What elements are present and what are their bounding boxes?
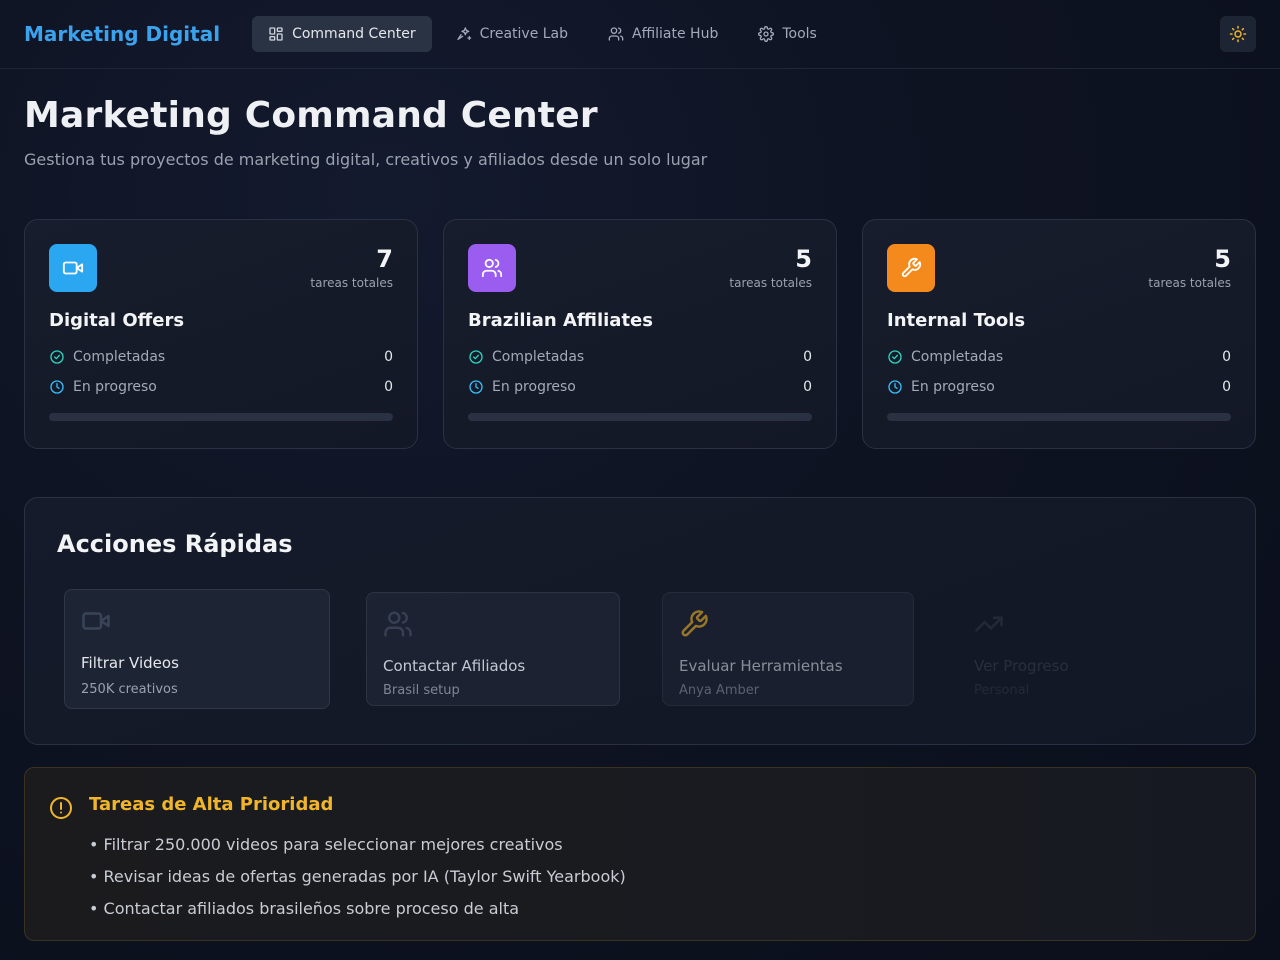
users-icon: [608, 27, 624, 41]
completed-value: 0: [384, 349, 393, 365]
clock-icon: [50, 380, 64, 394]
check-circle-icon: [888, 350, 902, 364]
progress-bar: [468, 413, 812, 421]
action-view-progress[interactable]: Ver Progreso Personal: [957, 592, 1209, 706]
action-subtitle: Brasil setup: [383, 683, 460, 698]
trending-up-icon: [975, 616, 1003, 632]
action-title: Contactar Afiliados: [383, 657, 526, 675]
action-title: Ver Progreso: [974, 657, 1069, 675]
completed-label: Completadas: [73, 349, 166, 365]
in-progress-row: En progreso 0: [49, 379, 393, 395]
in-progress-value: 0: [384, 379, 393, 395]
card-title: Brazilian Affiliates: [468, 310, 653, 331]
card-title: Digital Offers: [49, 310, 185, 331]
sun-icon: [1229, 25, 1247, 43]
in-progress-row: En progreso 0: [468, 379, 812, 395]
action-subtitle: Personal: [974, 683, 1030, 698]
tab-tools[interactable]: Tools: [742, 16, 833, 52]
gear-icon: [758, 26, 775, 42]
total-task-count: 7: [376, 245, 393, 273]
tab-affiliate-hub[interactable]: Affiliate Hub: [592, 16, 734, 52]
tab-label: Command Center: [292, 26, 416, 42]
completed-value: 0: [1222, 349, 1231, 365]
in-progress-row: En progreso 0: [887, 379, 1231, 395]
clock-icon: [888, 380, 902, 394]
in-progress-value: 0: [1222, 379, 1231, 395]
quick-actions-panel: Acciones Rápidas Filtrar Videos 250K cre…: [24, 497, 1256, 745]
priority-list: • Filtrar 250.000 videos para selecciona…: [89, 829, 626, 925]
check-circle-icon: [50, 350, 64, 364]
priority-item: • Revisar ideas de ofertas generadas por…: [89, 867, 626, 886]
users-icon: [384, 611, 412, 637]
theme-toggle-button[interactable]: [1220, 16, 1256, 52]
total-task-count: 5: [795, 245, 812, 273]
completed-value: 0: [803, 349, 812, 365]
stat-cards: 7 tareas totales Digital Offers Completa…: [0, 219, 1280, 449]
check-circle-icon: [469, 350, 483, 364]
tab-label: Tools: [782, 26, 817, 42]
page-subtitle: Gestiona tus proyectos de marketing digi…: [24, 150, 708, 169]
priority-title: Tareas de Alta Prioridad: [89, 794, 334, 815]
action-evaluate-tools[interactable]: Evaluar Herramientas Anya Amber: [662, 592, 914, 706]
action-title: Evaluar Herramientas: [679, 657, 843, 675]
card-digital-offers[interactable]: 7 tareas totales Digital Offers Completa…: [24, 219, 418, 449]
action-contact-affiliates[interactable]: Contactar Afiliados Brasil setup: [366, 592, 620, 706]
page-header: Marketing Command Center Gestiona tus pr…: [0, 69, 1280, 169]
tab-label: Creative Lab: [479, 26, 569, 42]
users-icon: [481, 258, 503, 278]
card-icon-badge: [468, 244, 516, 292]
priority-item: • Contactar afiliados brasileños sobre p…: [89, 899, 520, 918]
page-title: Marketing Command Center: [24, 95, 598, 136]
top-nav: Marketing Digital Command Center Creativ…: [0, 0, 1280, 69]
wrench-icon: [901, 257, 922, 278]
in-progress-label: En progreso: [492, 379, 576, 395]
total-task-label: tareas totales: [1148, 276, 1231, 290]
card-brazilian-affiliates[interactable]: 5 tareas totales Brazilian Affiliates Co…: [443, 219, 837, 449]
sparkles-icon: [456, 27, 471, 40]
layout-grid-icon: [269, 27, 283, 41]
action-filter-videos[interactable]: Filtrar Videos 250K creativos: [64, 589, 330, 709]
wrench-icon: [681, 610, 708, 637]
alert-circle-icon: [50, 797, 72, 819]
total-task-label: tareas totales: [729, 276, 812, 290]
total-task-label: tareas totales: [310, 276, 393, 290]
progress-bar: [887, 413, 1231, 421]
video-icon: [62, 261, 84, 275]
card-icon-badge: [49, 244, 97, 292]
action-subtitle: Anya Amber: [679, 683, 760, 698]
completed-row: Completadas 0: [49, 349, 393, 365]
card-internal-tools[interactable]: 5 tareas totales Internal Tools Completa…: [862, 219, 1256, 449]
card-icon-badge: [887, 244, 935, 292]
card-title: Internal Tools: [887, 310, 1026, 331]
tab-creative-lab[interactable]: Creative Lab: [440, 16, 584, 52]
priority-item: • Filtrar 250.000 videos para selecciona…: [89, 835, 563, 854]
completed-label: Completadas: [911, 349, 1004, 365]
action-title: Filtrar Videos: [81, 654, 179, 672]
tab-command-center[interactable]: Command Center: [252, 16, 432, 52]
in-progress-label: En progreso: [73, 379, 157, 395]
clock-icon: [469, 380, 483, 394]
completed-label: Completadas: [492, 349, 585, 365]
progress-bar: [49, 413, 393, 421]
nav-tabs: Command Center Creative Lab Affiliate Hu…: [252, 16, 833, 52]
completed-row: Completadas 0: [887, 349, 1231, 365]
brand-logo[interactable]: Marketing Digital: [24, 22, 220, 46]
quick-actions-title: Acciones Rápidas: [57, 530, 293, 558]
in-progress-value: 0: [803, 379, 812, 395]
high-priority-panel: Tareas de Alta Prioridad • Filtrar 250.0…: [24, 767, 1256, 941]
completed-row: Completadas 0: [468, 349, 812, 365]
in-progress-label: En progreso: [911, 379, 995, 395]
total-task-count: 5: [1214, 245, 1231, 273]
video-icon: [82, 612, 110, 630]
action-subtitle: 250K creativos: [81, 682, 178, 697]
tab-label: Affiliate Hub: [632, 26, 719, 42]
